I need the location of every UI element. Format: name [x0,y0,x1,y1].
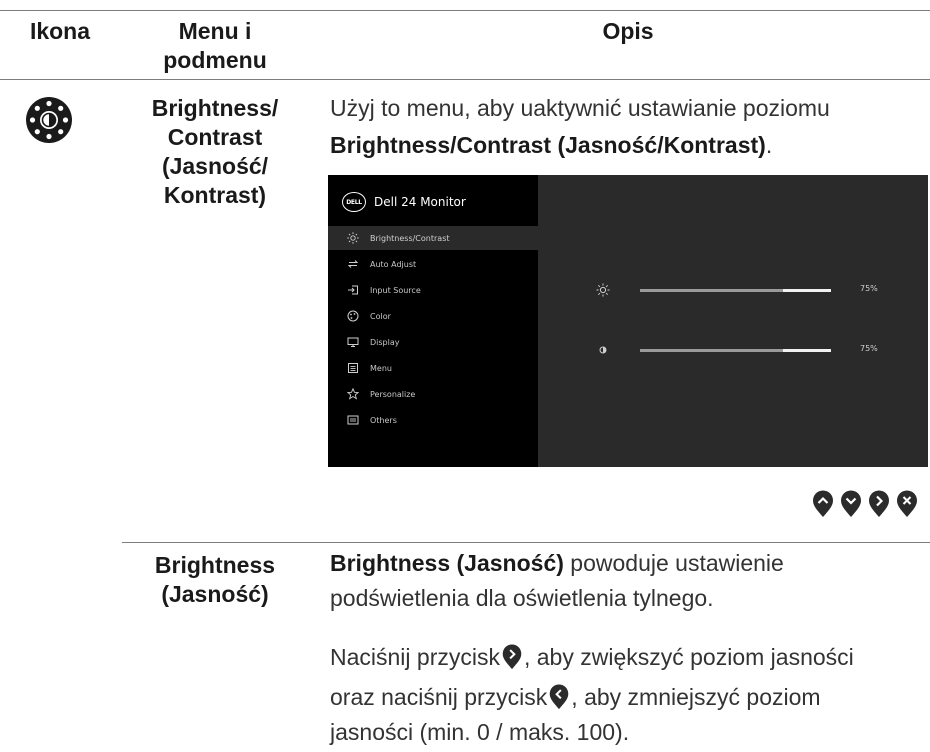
osd-title: Dell 24 Monitor [374,195,466,209]
color-icon [346,309,360,323]
osd-title-bar: DELL Dell 24 Monitor [342,192,466,212]
brightness-value: 75% [860,284,878,293]
contrast-icon [596,343,610,357]
up-button-icon[interactable] [812,490,834,518]
star-icon [346,387,360,401]
row2-p1-line2: podświetlenia dla oświetlenia tylnego. [330,585,714,611]
osd-menu-screenshot: 75% 75% DELL Dell 24 Monitor Brightness/… [328,175,928,467]
slider-track [640,349,831,352]
header-menu-line2: podmenu [163,47,267,73]
osd-item-input-source[interactable]: Input Source [328,278,538,302]
others-icon [346,413,360,427]
row2-p3-a: oraz naciśnij przycisk [330,684,548,710]
row2-p3-line2: jasności (min. 0 / maks. 100). [330,719,630,745]
menu-line: Kontrast) [163,182,267,208]
auto-adjust-icon [346,257,360,271]
row2-p1-rest: powoduje ustawienie [563,550,784,576]
osd-item-display[interactable]: Display [328,330,538,354]
right-button-icon[interactable] [868,490,890,518]
osd-item-personalize[interactable]: Personalize [328,382,538,406]
row2-p1-line1: Brightness (Jasność) powoduje ustawienie [330,546,930,581]
osd-item-label: Others [370,415,397,425]
osd-item-menu[interactable]: Menu [328,356,538,380]
row2-p2-a: Naciśnij przycisk [330,644,500,670]
row2-description: Brightness (Jasność) powoduje ustawienie… [330,546,930,616]
contrast-value: 75% [860,344,878,353]
osd-item-label: Brightness/Contrast [370,233,450,243]
osd-item-label: Personalize [370,389,416,399]
menu-line: Brightness/ [151,95,279,121]
menu-brightness: Brightness (Jasność) [140,551,290,609]
brightness-icon [26,97,72,143]
row2-p3: oraz naciśnij przycisk , aby zmniejszyć p… [330,680,930,750]
header-icon: Ikona [29,18,91,44]
menu-icon [346,361,360,375]
menu-line: Brightness [154,552,276,578]
header-menu: Menu i podmenu [140,17,290,75]
row2-p1-bold: Brightness (Jasność) [330,550,564,576]
osd-item-brightness-contrast[interactable]: Brightness/Contrast [328,226,538,250]
header-description: Opis [602,18,654,44]
menu-line: (Jasność) [161,581,269,607]
header-bottom-rule [0,79,930,80]
slider-fill [640,349,783,352]
row1-desc-end: . [765,132,773,158]
osd-item-label: Input Source [370,285,421,295]
display-icon [346,335,360,349]
left-button-icon [548,684,570,710]
slider-fill-highlight [783,349,831,352]
osd-item-label: Display [370,337,400,347]
osd-item-color[interactable]: Color [328,304,538,328]
row1-desc-line2: Brightness/Contrast (Jasność/Kontrast). [330,127,930,164]
header-menu-line1: Menu i [178,18,252,44]
row1-description: Użyj to menu, aby uaktywnić ustawianie p… [330,90,930,164]
menu-brightness-contrast: Brightness/ Contrast (Jasność/ Kontrast) [140,94,290,210]
contrast-slider[interactable]: 75% [538,343,928,359]
osd-item-label: Auto Adjust [370,259,417,269]
sun-icon [346,231,360,245]
sun-icon [596,283,610,297]
row1-desc-bold: Brightness/Contrast (Jasność/Kontrast) [330,132,766,158]
osd-item-auto-adjust[interactable]: Auto Adjust [328,252,538,276]
row2-p3-b: , aby zmniejszyć poziom [571,684,821,710]
row2-p2-b: , aby zwiększyć poziom jasności [523,644,854,670]
close-button-icon[interactable] [896,490,918,518]
slider-track [640,289,831,292]
input-source-icon [346,283,360,297]
table-top-rule [0,10,930,11]
brightness-slider[interactable]: 75% [538,283,928,299]
osd-item-label: Color [370,311,391,321]
menu-line: (Jasność/ [161,153,269,179]
slider-fill-highlight [783,289,831,292]
row1-desc-line1: Użyj to menu, aby uaktywnić ustawianie p… [330,95,830,121]
slider-fill [640,289,783,292]
menu-line: Contrast [167,124,263,150]
row2-p3-line1: oraz naciśnij przycisk , aby zmniejszyć p… [330,680,930,715]
osd-item-label: Menu [370,363,392,373]
right-button-icon [501,642,523,670]
dell-logo: DELL [342,192,366,212]
osd-settings-panel: 75% 75% [538,175,928,467]
row2-p2: Naciśnij przycisk , aby zwiększyć poziom … [330,637,930,677]
row-separator-rule [122,542,930,543]
osd-item-others[interactable]: Others [328,408,538,432]
down-button-icon[interactable] [840,490,862,518]
